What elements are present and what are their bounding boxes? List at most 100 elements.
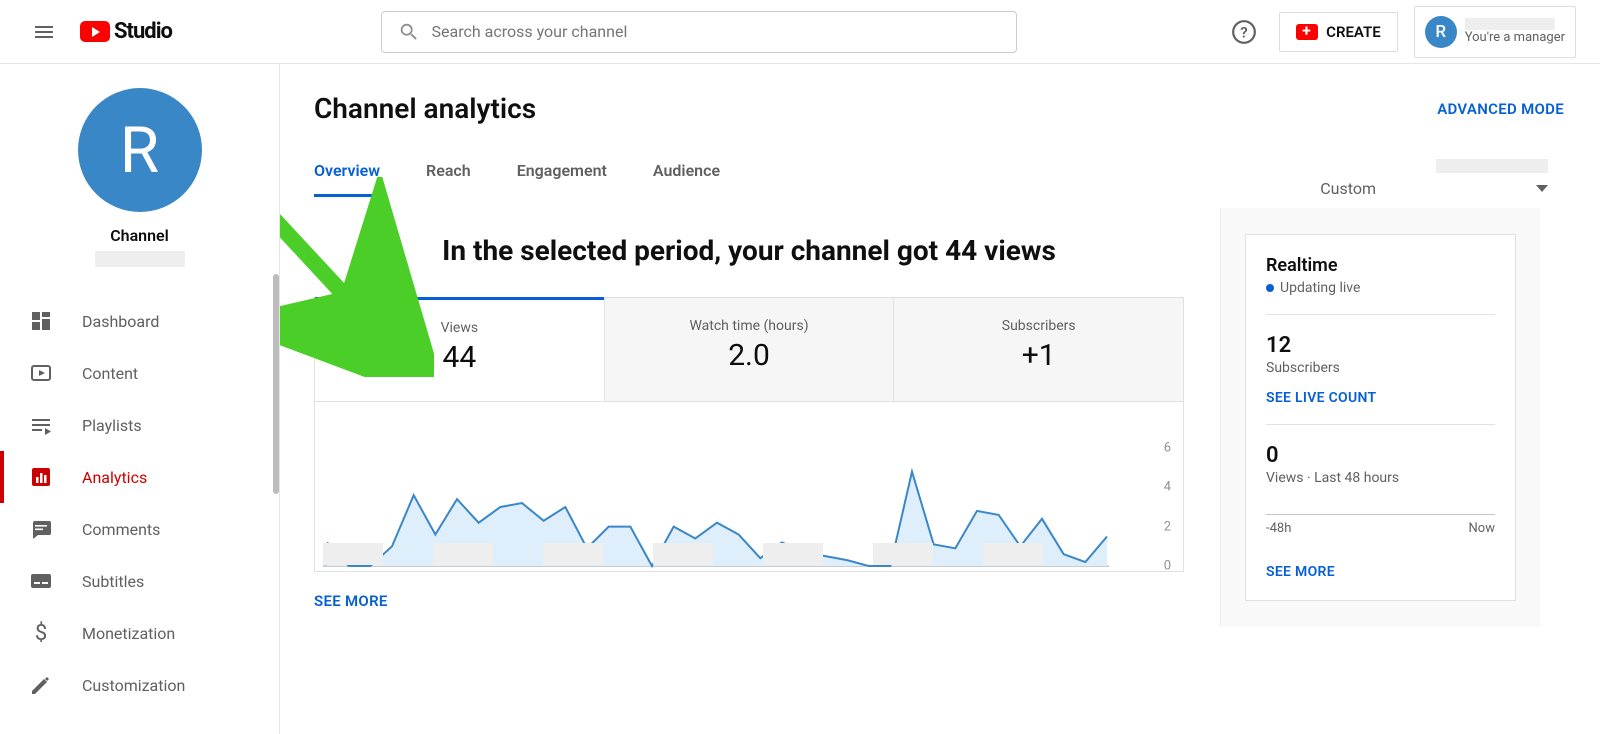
svg-text:$: $: [35, 621, 47, 645]
account-text: You're a manager: [1465, 18, 1565, 45]
metric-card-subscribers[interactable]: Subscribers +1: [893, 297, 1183, 401]
metric-value: 44: [442, 340, 476, 375]
see-live-count-link[interactable]: SEE LIVE COUNT: [1266, 390, 1495, 406]
create-label: CREATE: [1326, 23, 1381, 41]
analytics-left-column: In the selected period, your channel got…: [314, 208, 1184, 627]
sidebar-item-dashboard[interactable]: Dashboard: [0, 295, 279, 347]
nav-label: Monetization: [82, 624, 175, 643]
see-more-link[interactable]: SEE MORE: [314, 592, 1184, 610]
page-title-row: Channel analytics ADVANCED MODE: [314, 92, 1600, 125]
content-icon: [28, 360, 54, 386]
sidebar-item-content[interactable]: Content: [0, 347, 279, 399]
header-right: ? CREATE R You're a manager: [1225, 6, 1576, 58]
sidebar-item-subtitles[interactable]: Subtitles: [0, 555, 279, 607]
channel-label: Channel: [110, 226, 169, 245]
customization-icon: [28, 672, 54, 698]
realtime-range-start: -48h: [1266, 521, 1291, 536]
x-ticks: [323, 543, 1149, 565]
monetization-icon: $: [28, 620, 54, 646]
sidebar-item-comments[interactable]: Comments: [0, 503, 279, 555]
metric-value: +1: [1022, 338, 1056, 373]
channel-name-placeholder: [95, 251, 185, 267]
analytics-icon: [28, 464, 54, 490]
realtime-views-value: 0: [1266, 443, 1495, 468]
nav-label: Content: [82, 364, 138, 383]
views-chart[interactable]: 0 2 4 6: [314, 402, 1184, 572]
main-content: Channel analytics ADVANCED MODE Overview…: [280, 64, 1600, 734]
search-icon: [398, 21, 420, 43]
tabs-row: Overview Reach Engagement Audience Custom: [314, 159, 1600, 198]
headline: In the selected period, your channel got…: [314, 234, 1184, 267]
tabs: Overview Reach Engagement Audience: [314, 161, 720, 197]
subtitles-icon: [28, 568, 54, 594]
sidebar-item-monetization[interactable]: $ Monetization: [0, 607, 279, 659]
realtime-views-label: Views · Last 48 hours: [1266, 470, 1495, 486]
youtube-logo-icon: [80, 21, 110, 42]
date-range-picker[interactable]: Custom: [1320, 159, 1548, 198]
body: R Channel Dashboard Content Playlists Analy…: [0, 64, 1600, 734]
y-tick-label: 6: [1164, 441, 1171, 456]
tab-reach[interactable]: Reach: [426, 161, 471, 197]
search-box[interactable]: [381, 11, 1017, 53]
sidebar-item-customization[interactable]: Customization: [0, 659, 279, 711]
sidebar-item-playlists[interactable]: Playlists: [0, 399, 279, 451]
nav-label: Analytics: [82, 468, 147, 487]
metric-cards: Views 44 Watch time (hours) 2.0 Subscribers +…: [314, 297, 1184, 402]
sidebar-item-analytics[interactable]: Analytics: [0, 451, 279, 503]
chevron-down-icon: [1536, 185, 1548, 193]
realtime-column: Realtime Updating live 12 Subscribers SE…: [1220, 208, 1540, 627]
metric-value: 2.0: [728, 338, 770, 373]
updating-label: Updating live: [1280, 280, 1360, 296]
live-dot-icon: [1266, 284, 1274, 292]
logo-text: Studio: [114, 19, 172, 44]
tab-audience[interactable]: Audience: [653, 161, 720, 197]
realtime-card: Realtime Updating live 12 Subscribers SE…: [1245, 234, 1516, 601]
metric-card-watch-time-hours-[interactable]: Watch time (hours) 2.0: [604, 297, 894, 401]
search-container: [172, 11, 1225, 53]
nav-label: Comments: [82, 520, 160, 539]
realtime-subs-label: Subscribers: [1266, 360, 1495, 376]
create-video-icon: [1296, 24, 1318, 40]
top-header: Studio ? CREATE R You're a manager: [0, 0, 1600, 64]
realtime-range: -48h Now: [1266, 521, 1495, 536]
channel-block[interactable]: R Channel: [0, 88, 279, 267]
date-range-placeholder: [1436, 159, 1548, 173]
help-icon: ?: [1231, 19, 1257, 45]
hamburger-menu-button[interactable]: [24, 12, 64, 52]
advanced-mode-link[interactable]: ADVANCED MODE: [1437, 100, 1564, 118]
y-tick-label: 4: [1164, 480, 1171, 495]
create-button[interactable]: CREATE: [1279, 12, 1398, 52]
realtime-range-end: Now: [1469, 521, 1495, 536]
y-tick-label: 0: [1164, 559, 1171, 574]
metric-label: Subscribers: [1002, 318, 1076, 334]
account-switcher[interactable]: R You're a manager: [1414, 6, 1576, 58]
metric-label: Watch time (hours): [689, 318, 808, 334]
help-button[interactable]: ?: [1225, 13, 1263, 51]
sidebar: R Channel Dashboard Content Playlists Analy…: [0, 64, 280, 734]
menu-icon: [32, 20, 56, 44]
content-row: In the selected period, your channel got…: [314, 208, 1600, 627]
y-tick-label: 2: [1164, 519, 1171, 534]
tab-overview[interactable]: Overview: [314, 161, 380, 197]
nav-label: Dashboard: [82, 312, 159, 331]
account-name-placeholder: [1465, 18, 1555, 30]
realtime-updating: Updating live: [1266, 280, 1495, 296]
tab-engagement[interactable]: Engagement: [517, 161, 607, 197]
comments-icon: [28, 516, 54, 542]
sidebar-scrollbar[interactable]: [273, 274, 279, 494]
account-role: You're a manager: [1465, 30, 1565, 45]
metric-card-views[interactable]: Views 44: [315, 297, 604, 401]
dashboard-icon: [28, 308, 54, 334]
channel-avatar: R: [78, 88, 202, 212]
realtime-title: Realtime: [1266, 255, 1495, 276]
nav-label: Subtitles: [82, 572, 144, 591]
metric-label: Views: [441, 320, 479, 336]
nav-label: Playlists: [82, 416, 142, 435]
realtime-see-more-link[interactable]: SEE MORE: [1266, 564, 1495, 580]
nav-label: Customization: [82, 676, 185, 695]
date-range-label: Custom: [1320, 179, 1376, 198]
avatar-small: R: [1425, 16, 1457, 48]
search-input[interactable]: [432, 22, 1000, 41]
studio-logo[interactable]: Studio: [80, 19, 172, 44]
page-title: Channel analytics: [314, 92, 536, 125]
